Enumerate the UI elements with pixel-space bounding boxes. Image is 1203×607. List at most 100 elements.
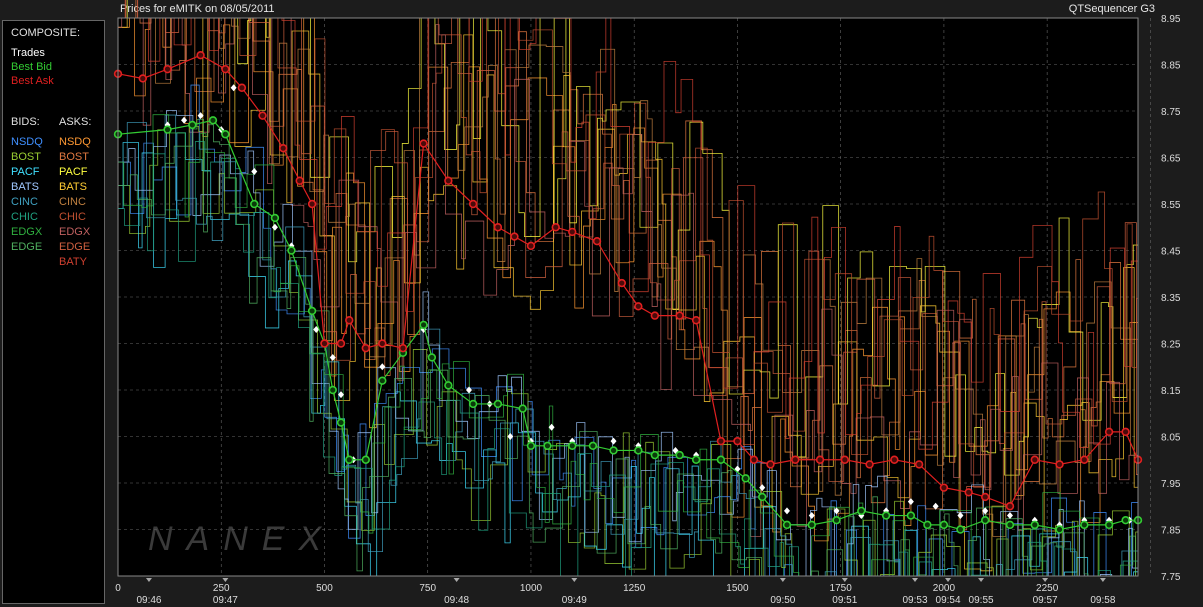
y-tick-label: 7.95 (1161, 479, 1181, 490)
bid-point (691, 455, 701, 464)
ask-point (295, 176, 304, 185)
bid-point (881, 511, 891, 520)
bid-point (634, 446, 643, 455)
ask-point (650, 311, 660, 320)
x-tick-label: 1250 (623, 583, 646, 594)
y-tick-label: 7.85 (1161, 526, 1181, 537)
ask-point (939, 483, 949, 492)
bid-point (923, 520, 932, 530)
time-tick-label: 09:46 (136, 595, 161, 606)
y-tick-label: 8.75 (1161, 107, 1181, 118)
time-tick-marker (222, 578, 229, 582)
ask-point (890, 455, 899, 464)
bid-point (378, 376, 387, 385)
time-tick-marker (779, 578, 786, 582)
x-tick-label: 250 (213, 583, 230, 594)
time-tick-label: 09:51 (832, 595, 857, 606)
ask-point (320, 339, 329, 348)
ask-point (634, 302, 643, 311)
bid-point (1104, 520, 1114, 530)
x-tick-label: 1500 (726, 583, 749, 594)
time-tick-marker (912, 578, 919, 582)
time-tick-marker (841, 578, 848, 582)
bid-point (782, 520, 792, 530)
x-tick-label: 1750 (830, 583, 853, 594)
ask-point (1030, 455, 1039, 464)
time-tick-marker (1042, 578, 1049, 582)
bid-point (270, 213, 280, 223)
y-tick-label: 8.15 (1161, 386, 1181, 397)
x-tick-label: 750 (419, 583, 436, 594)
time-tick-label: 09:54 (936, 595, 961, 606)
ask-point (163, 64, 172, 74)
bid-point (345, 455, 354, 464)
bid-point (981, 515, 990, 525)
ask-point (981, 492, 990, 502)
time-tick-marker (945, 578, 952, 582)
ask-point (691, 316, 701, 325)
time-tick-marker (571, 578, 578, 582)
ask-point (468, 199, 478, 209)
time-tick-marker (978, 578, 985, 582)
y-tick-label: 8.45 (1161, 247, 1181, 258)
ask-point (278, 144, 288, 153)
ask-point (914, 460, 924, 469)
bid-point (857, 506, 866, 516)
bid-point (287, 246, 296, 255)
bid-point (1080, 520, 1089, 530)
bid-point (526, 441, 536, 450)
ask-point (444, 176, 453, 185)
bid-point (1030, 520, 1039, 530)
bid-point (221, 130, 230, 139)
time-tick-label: 09:49 (562, 595, 587, 606)
y-tick-label: 8.25 (1161, 340, 1181, 351)
y-tick-label: 8.65 (1161, 154, 1181, 165)
time-tick-label: 09:57 (1033, 595, 1058, 606)
bid-point (518, 404, 527, 413)
bid-point (906, 511, 916, 520)
bid-point (328, 385, 337, 395)
ask-point (865, 460, 874, 469)
time-tick-label: 09:47 (213, 595, 238, 606)
ask-point (493, 223, 503, 232)
bid-point (609, 446, 618, 455)
ask-point (1121, 427, 1130, 437)
ask-point (196, 50, 205, 60)
ask-point (419, 139, 428, 148)
x-tick-label: 0 (115, 583, 121, 594)
ask-point (1104, 427, 1114, 437)
time-tick-label: 09:55 (969, 595, 994, 606)
y-tick-label: 8.95 (1161, 14, 1181, 25)
bid-point (956, 525, 965, 534)
bid-point (568, 441, 577, 450)
ask-point (1055, 460, 1064, 469)
ask-point (398, 343, 408, 353)
bid-point (758, 492, 767, 502)
ask-point (307, 199, 317, 209)
bid-point (208, 116, 218, 125)
y-tick-label: 8.55 (1161, 200, 1181, 211)
bid-point (675, 450, 684, 460)
ask-point (749, 455, 759, 464)
bid-point (1121, 515, 1130, 525)
bid-point (444, 381, 453, 390)
bid-point (250, 199, 259, 209)
ask-point (840, 455, 850, 464)
ask-point (815, 455, 825, 464)
ask-point (675, 311, 684, 320)
y-tick-label: 7.75 (1161, 572, 1181, 583)
time-tick-marker (1099, 578, 1106, 582)
time-tick-label: 09:50 (770, 595, 795, 606)
bid-point (361, 455, 370, 464)
ask-point (138, 74, 147, 83)
bid-point (741, 474, 750, 483)
y-tick-label: 8.05 (1161, 433, 1181, 444)
ask-point (791, 455, 800, 464)
bid-point (716, 455, 726, 464)
ask-point (1080, 455, 1089, 464)
y-tick-label: 8.35 (1161, 293, 1181, 304)
x-tick-label: 2000 (933, 583, 956, 594)
ask-point (237, 83, 247, 92)
price-chart: NANEX 7.75 7.85 7.95 8.05 8.15 8.25 8.35 8.45 8.5… (113, 0, 1181, 606)
ask-point (258, 111, 267, 120)
